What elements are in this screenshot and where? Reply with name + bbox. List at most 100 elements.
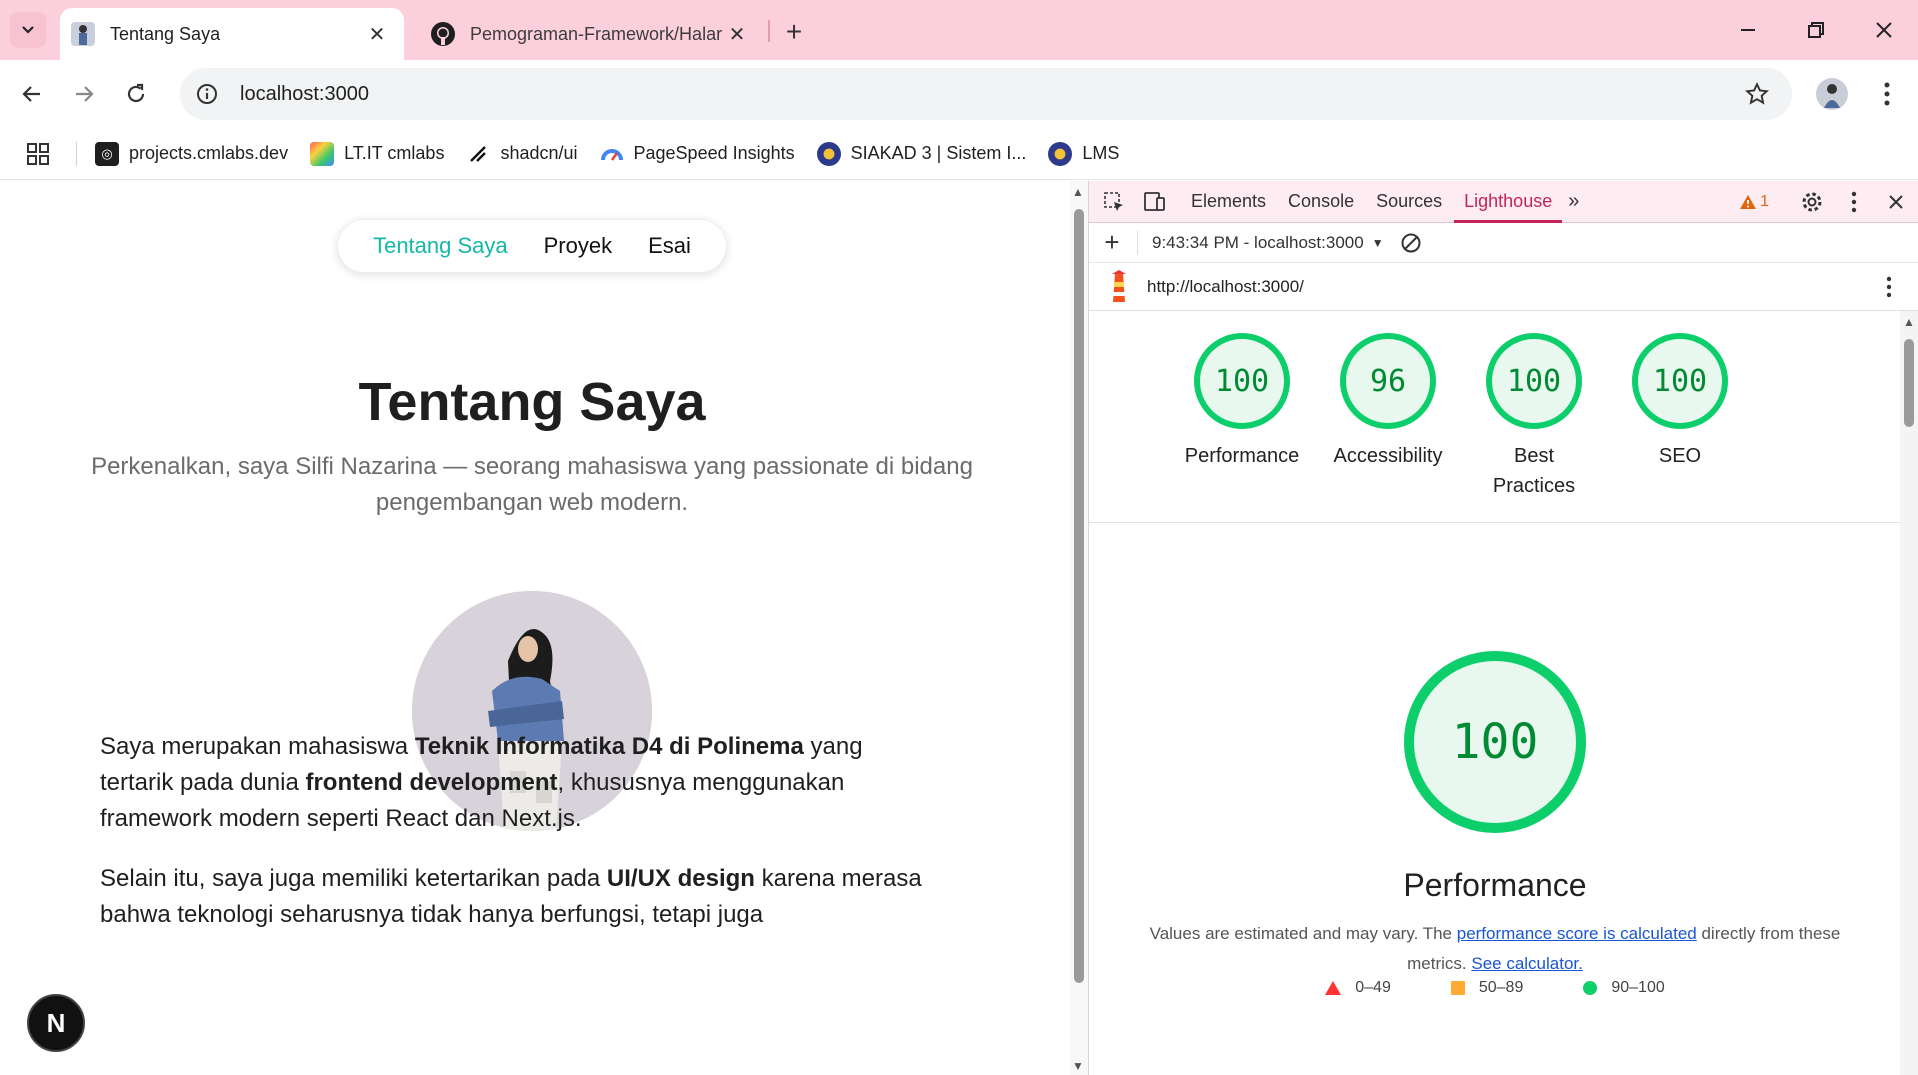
- close-window-button[interactable]: [1862, 10, 1906, 50]
- settings-gear-icon[interactable]: [1797, 187, 1827, 217]
- bookmark-pagespeed[interactable]: PageSpeed Insights: [600, 142, 795, 166]
- dropdown-caret-icon[interactable]: ▼: [1372, 236, 1384, 250]
- kebab-menu-icon: [1884, 82, 1890, 106]
- clear-reports-icon[interactable]: [1398, 230, 1424, 256]
- score-legend: 0–49 50–89 90–100: [1089, 979, 1901, 997]
- close-devtools-icon[interactable]: [1881, 187, 1911, 217]
- bookmark-shadcn[interactable]: shadcn/ui: [466, 142, 578, 166]
- gauge-best-practices[interactable]: 100 Best Practices: [1469, 333, 1599, 501]
- new-tab-button[interactable]: +: [776, 14, 812, 50]
- devtools-tab-lighthouse[interactable]: Lighthouse: [1454, 181, 1563, 223]
- devtools-tab-sources[interactable]: Sources: [1376, 181, 1442, 223]
- score-label: Accessibility: [1333, 445, 1443, 467]
- nextjs-logo-icon: N: [46, 1007, 66, 1038]
- page-title: Tentang Saya: [358, 372, 706, 432]
- address-bar[interactable]: localhost:3000: [180, 68, 1792, 120]
- score-calculated-link[interactable]: performance score is calculated: [1457, 924, 1697, 943]
- browser-menu-button[interactable]: [1872, 76, 1902, 112]
- devtools-tab-console[interactable]: Console: [1288, 181, 1354, 223]
- lms-icon: [1048, 141, 1073, 166]
- report-url: http://localhost:3000/: [1147, 276, 1304, 296]
- warning-icon: [1740, 195, 1757, 209]
- close-tab-icon[interactable]: ✕: [364, 21, 390, 47]
- profile-avatar[interactable]: [1816, 78, 1848, 110]
- arrow-right-icon: [76, 86, 94, 102]
- bookmark-projects-cmlabs[interactable]: ◎ projects.cmlabs.dev: [95, 141, 289, 166]
- tab-title: Tentang Saya: [110, 23, 221, 44]
- score-label: SEO: [1658, 445, 1702, 467]
- toolbar-divider: [1137, 230, 1138, 255]
- lt-icon: [310, 141, 335, 166]
- bookmark-lms[interactable]: LMS: [1048, 141, 1119, 166]
- page-scrollbar-thumb[interactable]: [1074, 209, 1084, 983]
- devtools-scrollbar[interactable]: ▲: [1900, 311, 1918, 1075]
- bookmark-lt-it-cmlabs[interactable]: LT.IT cmlabs: [310, 141, 444, 166]
- legend-label: 0–49: [1355, 979, 1391, 996]
- report-selector[interactable]: 9:43:34 PM - localhost:3000: [1152, 233, 1364, 253]
- lighthouse-url-bar: http://localhost:3000/: [1089, 263, 1918, 311]
- page-scrollbar[interactable]: ▲ ▼: [1070, 181, 1088, 1075]
- cmlabs-icon: ◎: [95, 141, 119, 166]
- arrow-left-icon: [22, 86, 40, 102]
- nav-link-esai[interactable]: Esai: [648, 233, 691, 259]
- score-ring: 96: [1340, 333, 1436, 429]
- minimize-button[interactable]: [1726, 10, 1770, 50]
- score-label: Best Practices: [1492, 445, 1576, 497]
- tab-tentang-saya[interactable]: Tentang Saya ✕: [60, 8, 404, 60]
- scroll-down-arrow-icon[interactable]: ▼: [1072, 1059, 1084, 1073]
- devtools-scrollbar-thumb[interactable]: [1904, 339, 1914, 427]
- about-paragraph-2: Selain itu, saya juga memiliki ketertari…: [100, 861, 940, 933]
- shadcn-icon: [466, 142, 490, 166]
- browser-toolbar: localhost:3000: [0, 60, 1918, 128]
- restore-button[interactable]: [1794, 10, 1838, 50]
- close-icon: [1876, 22, 1892, 38]
- site-info-icon[interactable]: [192, 79, 222, 109]
- devtools-tab-elements[interactable]: Elements: [1191, 181, 1266, 223]
- nav-link-proyek[interactable]: Proyek: [544, 233, 612, 259]
- legend-label: 90–100: [1611, 979, 1665, 996]
- bookmark-label: SIAKAD 3 | Sistem I...: [850, 143, 1027, 163]
- lighthouse-logo-icon: [1105, 269, 1133, 304]
- devtools-actions: 1: [1739, 187, 1911, 217]
- devtools-tab-bar: Elements Console Sources Lighthouse » 1: [1089, 181, 1918, 223]
- gauge-accessibility[interactable]: 96 Accessibility: [1323, 333, 1453, 471]
- forward-button[interactable]: [66, 76, 102, 112]
- tab-github[interactable]: Pemograman-Framework/Halar ✕: [420, 8, 764, 60]
- score-ring: 100: [1632, 333, 1728, 429]
- warning-count: 1: [1760, 193, 1769, 210]
- gauge-seo[interactable]: 100 SEO: [1615, 333, 1745, 471]
- page-viewport: Tentang Saya Proyek Esai Tentang Saya Pe…: [0, 181, 1070, 1075]
- report-menu-icon[interactable]: [1877, 271, 1901, 303]
- nav-link-tentang-saya[interactable]: Tentang Saya: [373, 233, 508, 259]
- restore-icon: [1808, 22, 1824, 38]
- scroll-up-arrow-icon[interactable]: ▲: [1903, 315, 1915, 329]
- reload-button[interactable]: [118, 76, 154, 112]
- tab-search-button[interactable]: [10, 12, 46, 48]
- fail-triangle-icon: [1325, 981, 1342, 995]
- inspect-element-icon[interactable]: [1099, 187, 1129, 217]
- chevron-down-icon: [22, 26, 34, 34]
- devtools-menu-icon[interactable]: [1839, 187, 1869, 217]
- legend-fail: 0–49: [1325, 979, 1391, 997]
- more-tabs-icon[interactable]: »: [1568, 190, 1579, 213]
- score-ring: 100: [1486, 333, 1582, 429]
- device-toolbar-icon[interactable]: [1139, 187, 1169, 217]
- close-tab-icon[interactable]: ✕: [724, 21, 750, 47]
- new-report-button[interactable]: +: [1097, 227, 1127, 258]
- bookmark-star-icon[interactable]: [1742, 79, 1772, 109]
- bookmark-label: projects.cmlabs.dev: [129, 143, 289, 163]
- apps-grid-icon[interactable]: [24, 140, 52, 168]
- bookmark-siakad[interactable]: SIAKAD 3 | Sistem I...: [816, 141, 1027, 166]
- profile-favicon-icon: [70, 21, 96, 47]
- see-calculator-link[interactable]: See calculator.: [1471, 954, 1583, 973]
- lighthouse-report: 100 Performance 96 Accessibility 100 Bes…: [1089, 311, 1901, 1075]
- tab-title: Pemograman-Framework/Halar: [470, 23, 723, 44]
- legend-average: 50–89: [1450, 979, 1523, 997]
- page-subtitle: Perkenalkan, saya Silfi Nazarina — seora…: [91, 453, 973, 516]
- back-button[interactable]: [14, 76, 50, 112]
- scroll-up-arrow-icon[interactable]: ▲: [1072, 185, 1084, 199]
- legend-pass: 90–100: [1583, 979, 1665, 997]
- warnings-counter[interactable]: 1: [1739, 193, 1769, 211]
- nextjs-dev-badge[interactable]: N: [27, 994, 85, 1052]
- gauge-performance[interactable]: 100 Performance: [1177, 333, 1307, 471]
